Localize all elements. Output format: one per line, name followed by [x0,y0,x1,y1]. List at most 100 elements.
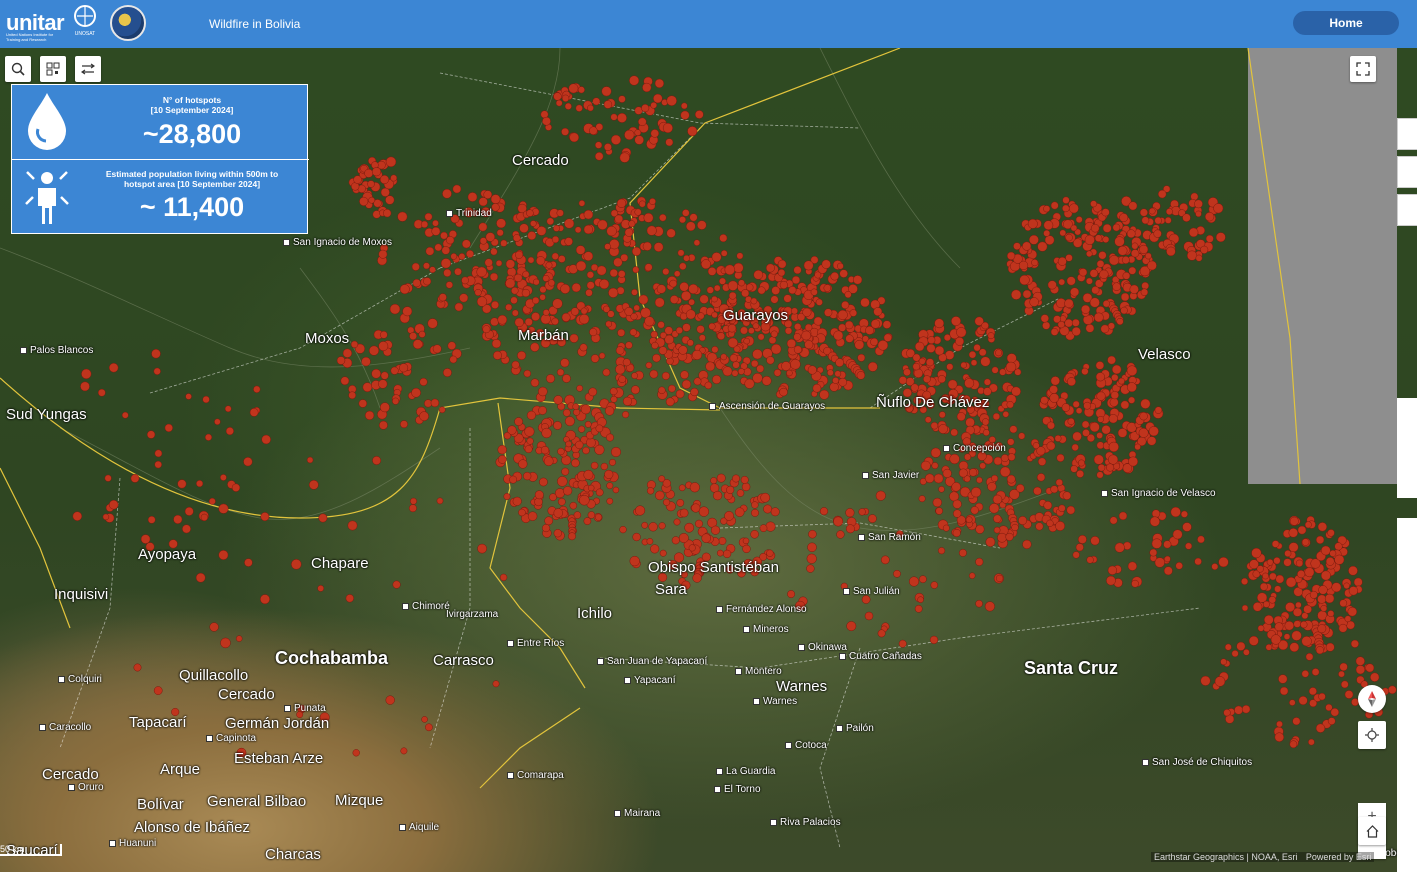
hotspot-marker [680,370,689,380]
hotspot-marker [952,499,962,509]
hotspot-marker [1273,557,1281,565]
hotspot-marker [999,466,1011,478]
hotspot-marker [553,92,562,101]
default-extent-button[interactable] [1358,817,1386,845]
hotspot-marker [983,378,991,386]
hotspot-marker [579,494,590,506]
hotspot-marker [1102,300,1111,308]
place-label: San Ramón [858,532,921,543]
hotspot-marker [154,449,163,458]
hotspot-marker [1101,425,1111,435]
hotspot-marker [553,529,562,538]
map-view[interactable]: Cercado Trinidad San Ignacio de Moxos Mo… [0,48,1417,872]
hotspot-marker [1139,412,1148,421]
side-panel-tab[interactable] [1397,118,1417,150]
hotspot-marker [1126,382,1137,393]
hotspot-marker [666,228,676,238]
hotspot-marker [777,268,786,277]
hotspot-marker [578,200,586,207]
person-icon [25,171,69,224]
compass-button[interactable] [1358,685,1386,713]
hotspot-marker [650,330,658,339]
statistics-panel: N° of hotspots [10 September 2024] ~28,8… [11,84,309,234]
place-label: Oruro [68,782,104,793]
hotspot-marker [930,447,941,458]
hotspot-marker [680,110,690,120]
hotspot-marker [1320,545,1331,556]
hotspot-marker [618,95,626,103]
hotspot-marker [868,514,877,523]
hotspot-marker [1093,454,1104,465]
hotspot-marker [722,549,732,559]
hotspot-marker [441,246,451,255]
hotspot-marker [1093,312,1104,323]
hotspot-marker [604,243,611,250]
hotspot-marker [938,486,945,493]
hotspot-marker [779,387,788,397]
qr-code-button[interactable] [40,56,66,82]
hotspot-marker [687,126,698,137]
home-button[interactable]: Home [1293,11,1399,35]
hotspot-marker [1334,542,1343,551]
side-panel-tab[interactable] [1397,194,1417,226]
hotspot-marker [979,462,987,470]
hotspot-marker [1318,585,1328,595]
hotspot-marker [530,220,537,227]
place-label: Huanuni [109,838,156,849]
hotspot-marker [466,249,474,258]
hotspot-marker [1220,658,1227,666]
hotspot-marker [562,486,573,496]
hotspot-marker [1274,585,1282,593]
hotspot-marker [1147,436,1157,446]
place-label: Trinidad [446,208,492,219]
hotspot-marker [807,542,817,553]
hotspot-marker [741,289,750,298]
hotspot-marker [1076,469,1085,478]
hotspot-marker [1252,602,1263,612]
powered-by-text[interactable]: Powered by Esri [1306,852,1372,862]
hotspot-marker [596,265,607,276]
hotspot-marker [1304,567,1315,578]
place-label: Bolívar [137,796,184,813]
hotspot-marker [385,156,397,168]
fullscreen-icon [1356,62,1370,76]
hotspot-marker [946,363,954,371]
hotspot-marker [546,374,555,384]
hotspot-marker [1224,643,1232,651]
place-label: Mizque [335,792,384,809]
swipe-button[interactable] [75,56,101,82]
hotspot-marker [602,368,611,377]
hotspot-marker [1329,549,1337,557]
hotspot-marker [446,236,455,245]
hotspot-marker [1157,189,1167,199]
hotspot-marker [975,599,983,608]
side-panel-tab[interactable] [1397,156,1417,188]
attribution-text: Earthstar Geographics | NOAA, Esri [1154,852,1298,862]
place-label: Carrasco [433,652,494,669]
hotspot-marker [992,494,1003,505]
hotspot-marker [968,350,977,359]
hotspot-marker [1291,630,1302,641]
hotspot-marker [985,537,996,547]
search-button[interactable] [5,56,31,82]
hotspot-marker [1031,259,1039,267]
hotspot-marker [594,152,604,161]
hotspot-marker [777,259,787,269]
hotspot-marker [1308,738,1315,746]
hotspot-marker [690,387,699,397]
hotspot-marker [779,280,788,290]
hotspot-marker [583,209,594,220]
hotspot-marker [1049,393,1060,403]
locate-button[interactable] [1358,721,1386,749]
hotspot-marker [975,557,984,566]
hotspot-marker [1194,199,1203,209]
hotspot-marker [1288,528,1299,538]
hotspot-marker [526,209,534,217]
hotspot-marker [1288,542,1299,553]
hotspot-marker [1270,634,1282,645]
hotspot-marker [1274,622,1284,632]
hotspot-marker [844,320,854,330]
hotspot-marker [592,97,601,106]
fullscreen-button[interactable] [1350,56,1376,82]
hotspot-marker [924,416,932,424]
